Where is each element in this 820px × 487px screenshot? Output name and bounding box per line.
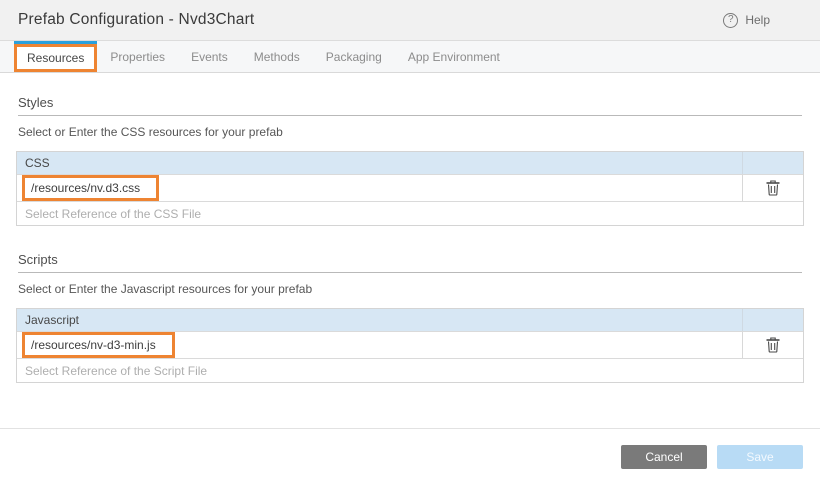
tab-app-environment-label: App Environment — [408, 50, 500, 64]
tab-events[interactable]: Events — [178, 41, 241, 72]
dialog-content: Styles Select or Enter the CSS resources… — [0, 95, 820, 383]
table-row: /resources/nv.d3.css — [17, 174, 803, 201]
script-table-header-row: Javascript — [17, 309, 803, 331]
script-add-resource-placeholder[interactable]: Select Reference of the Script File — [17, 358, 803, 382]
tab-properties-label: Properties — [110, 50, 165, 64]
css-column-header: CSS — [17, 152, 742, 174]
script-row-actions — [742, 332, 803, 358]
cancel-button[interactable]: Cancel — [621, 445, 707, 469]
tab-bar: Resources Properties Events Methods Pack… — [0, 41, 820, 73]
css-action-column-header — [742, 152, 803, 174]
scripts-description: Select or Enter the Javascript resources… — [18, 282, 802, 296]
css-row-actions — [742, 175, 803, 201]
help-label: Help — [745, 13, 770, 27]
help-button[interactable]: ? Help — [723, 13, 802, 28]
script-column-header: Javascript — [17, 309, 742, 331]
scripts-heading: Scripts — [18, 252, 802, 273]
tab-packaging-label: Packaging — [326, 50, 382, 64]
annotation-box-resources-tab: Resources — [14, 44, 97, 72]
page-title: Prefab Configuration - Nvd3Chart — [18, 11, 254, 29]
table-row: /resources/nv-d3-min.js — [17, 331, 803, 358]
script-resources-table: Javascript /resources/nv-d3-min.js — [16, 308, 804, 383]
delete-script-resource-button[interactable] — [764, 335, 782, 355]
dialog-footer: Cancel Save — [0, 428, 820, 487]
save-button[interactable]: Save — [717, 445, 803, 469]
dialog-titlebar: Prefab Configuration - Nvd3Chart ? Help — [0, 0, 820, 41]
styles-heading: Styles — [18, 95, 802, 116]
tab-app-environment[interactable]: App Environment — [395, 41, 513, 72]
tab-resources[interactable]: Resources — [14, 41, 97, 72]
css-file-value-annotated[interactable]: /resources/nv.d3.css — [22, 175, 159, 201]
tab-methods[interactable]: Methods — [241, 41, 313, 72]
tab-resources-label: Resources — [27, 51, 84, 65]
tab-events-label: Events — [191, 50, 228, 64]
script-file-cell[interactable]: /resources/nv-d3-min.js — [17, 332, 742, 358]
css-table-header-row: CSS — [17, 152, 803, 174]
section-scripts: Scripts Select or Enter the Javascript r… — [16, 252, 804, 383]
styles-description: Select or Enter the CSS resources for yo… — [18, 125, 802, 139]
trash-icon — [766, 337, 780, 353]
tab-packaging[interactable]: Packaging — [313, 41, 395, 72]
tab-methods-label: Methods — [254, 50, 300, 64]
script-file-value-annotated[interactable]: /resources/nv-d3-min.js — [22, 332, 175, 358]
help-icon: ? — [723, 13, 738, 28]
script-action-column-header — [742, 309, 803, 331]
css-file-cell[interactable]: /resources/nv.d3.css — [17, 175, 742, 201]
delete-css-resource-button[interactable] — [764, 178, 782, 198]
css-resources-table: CSS /resources/nv.d3.css — [16, 151, 804, 226]
tab-properties[interactable]: Properties — [97, 41, 178, 72]
css-add-resource-placeholder[interactable]: Select Reference of the CSS File — [17, 201, 803, 225]
trash-icon — [766, 180, 780, 196]
section-styles: Styles Select or Enter the CSS resources… — [16, 95, 804, 226]
